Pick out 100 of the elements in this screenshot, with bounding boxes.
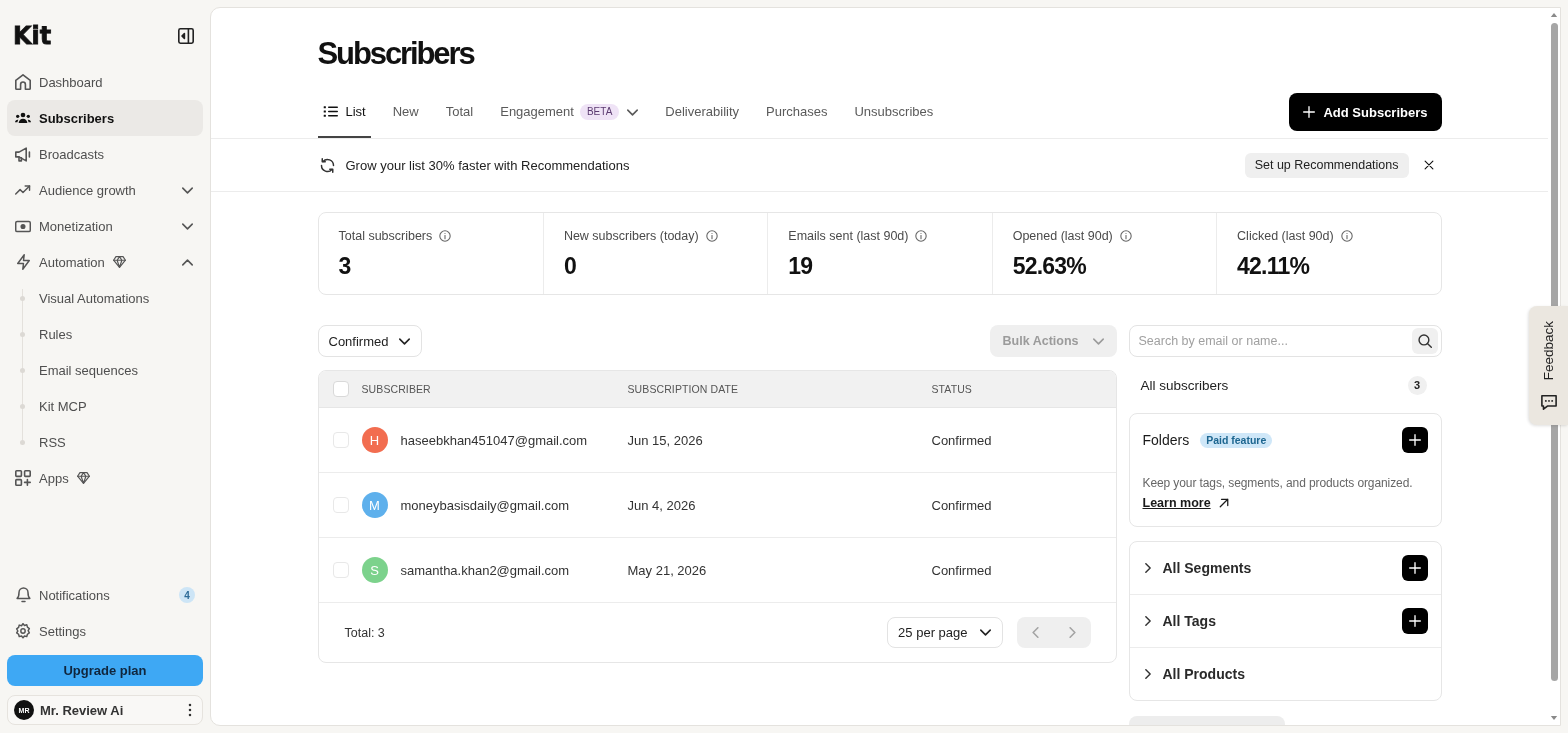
subscriber-count: 3 [1407,375,1427,395]
nav-item[interactable]: Subscribers [7,100,203,136]
banknote-icon [15,219,31,233]
folders-title: Folders [1142,432,1190,448]
chevron-right-icon [1144,616,1151,626]
nav-item[interactable]: RSS [7,424,203,460]
account-name: Mr. Review Ai [40,702,124,718]
stat-label: Opened (last 90d) [1012,229,1113,243]
section-toggle[interactable]: All Products [1144,666,1245,682]
nav-item[interactable]: Email sequences [7,352,203,388]
scroll-up-icon[interactable] [1550,12,1558,18]
subscription-date: May 21, 2026 [627,562,707,578]
column-header[interactable]: SUBSCRIPTION DATE [627,383,739,395]
list-icon [322,105,338,118]
logo[interactable]: Kit [13,25,52,47]
checkbox[interactable] [332,381,349,397]
notification-count: 4 [179,587,195,603]
subscription-date: Jun 4, 2026 [627,497,696,513]
upgrade-plan-button[interactable]: Upgrade plan [7,655,203,686]
chevron-right-icon [1144,563,1151,573]
avatar: M [361,492,388,518]
scroll-down-icon[interactable] [1550,715,1558,721]
nav-item[interactable]: Notifications 4 [7,577,203,613]
nav-item[interactable]: Visual Automations [7,280,203,316]
plus-icon [1303,106,1316,118]
feedback-tab[interactable]: Feedback [1529,306,1568,425]
subscriber-email[interactable]: moneybasisdaily@gmail.com [400,497,570,513]
nav-item[interactable]: Audience growth [7,172,203,208]
grid-plus-icon [15,470,31,486]
add-button[interactable] [1401,555,1428,581]
subscriber-status: Confirmed [931,432,992,448]
column-header[interactable]: STATUS [931,383,972,395]
stat-label: New subscribers (today) [563,229,699,243]
info-icon[interactable] [439,230,452,242]
total-count: Total: 3 [344,625,385,640]
chevron-down-icon [979,629,991,636]
all-subscribers-item[interactable]: All subscribers 3 [1128,369,1442,401]
nav-item[interactable]: Rules [7,316,203,352]
tab[interactable]: Deliverability [660,93,745,138]
arrow-up-right-icon [1218,498,1229,508]
subscriber-email[interactable]: samantha.khan2@gmail.com [400,562,570,578]
stat-label: Emails sent (last 90d) [788,229,909,243]
info-icon[interactable] [1340,230,1353,242]
search-button[interactable] [1411,328,1438,354]
beta-badge: BETA [579,104,620,120]
tab[interactable]: New [387,93,424,138]
close-icon [1423,160,1434,170]
stat-value: 19 [788,252,814,280]
nav-item[interactable]: Broadcasts [7,136,203,172]
banner-text: Grow your list 30% faster with Recommendations [345,157,630,173]
nav-item[interactable]: Apps [7,460,203,496]
chevron-left-icon [1031,627,1039,638]
tab[interactable]: Total [440,93,479,138]
chevron-right-icon [1144,669,1151,679]
plus-icon [1408,615,1421,627]
stat-value: 0 [563,252,577,280]
search-icon [1417,334,1432,348]
stat-value: 42.11% [1237,252,1311,280]
info-icon[interactable] [1119,230,1132,242]
column-header[interactable]: SUBSCRIBER [361,383,431,395]
add-subscribers-button[interactable]: Add Subscribers [1289,93,1442,131]
tab[interactable]: Unsubscribes [849,93,939,138]
close-button[interactable] [1423,160,1434,170]
nav-item[interactable]: Kit MCP [7,388,203,424]
section-toggle[interactable]: All Tags [1144,613,1216,629]
chevron-down-icon [399,337,411,345]
search-field[interactable]: Search by email or name... [1128,325,1442,357]
section-toggle[interactable]: All Segments [1144,560,1252,576]
nav-item[interactable]: Settings [7,613,203,649]
add-button[interactable] [1401,608,1428,634]
nav-item[interactable]: Automation [7,244,203,280]
avatar: S [361,557,388,583]
megaphone-icon [15,146,31,162]
set-up-recommendations-button[interactable]: Set up Recommendations [1244,152,1409,178]
sidebar-toggle-icon[interactable] [178,28,194,44]
plus-icon [1408,434,1421,446]
nav-item[interactable]: Dashboard [7,64,203,100]
learn-more-link[interactable]: Learn more [1142,495,1229,511]
nav-item[interactable]: Monetization [7,208,203,244]
plus-icon [1408,562,1421,574]
people-icon [15,112,31,124]
tab[interactable]: Engagement BETA [495,93,644,138]
settings-icon [15,623,31,639]
per-page-dropdown[interactable]: 25 per page [887,617,1003,648]
chevron-down-icon [627,109,639,116]
tab[interactable]: List [317,93,371,138]
chevron-right-icon [1068,627,1076,638]
trend-line-icon [15,185,31,195]
folders-description: Keep your tags, segments, and products organized. [1142,475,1414,491]
paid-feature-badge: Paid feature [1200,432,1273,448]
status-filter-dropdown[interactable]: Confirmed [317,325,423,357]
info-icon[interactable] [705,230,718,242]
subscription-date: Jun 15, 2026 [627,432,703,448]
subscriber-email[interactable]: haseebkhan451047@gmail.com [400,432,588,448]
info-icon[interactable] [915,230,928,242]
add-folder-button[interactable] [1401,427,1428,453]
tab[interactable]: Purchases [761,93,833,138]
more-options-icon[interactable] [188,703,192,717]
stat-label: Total subscribers [338,229,433,243]
stat-label: Clicked (last 90d) [1237,229,1334,243]
